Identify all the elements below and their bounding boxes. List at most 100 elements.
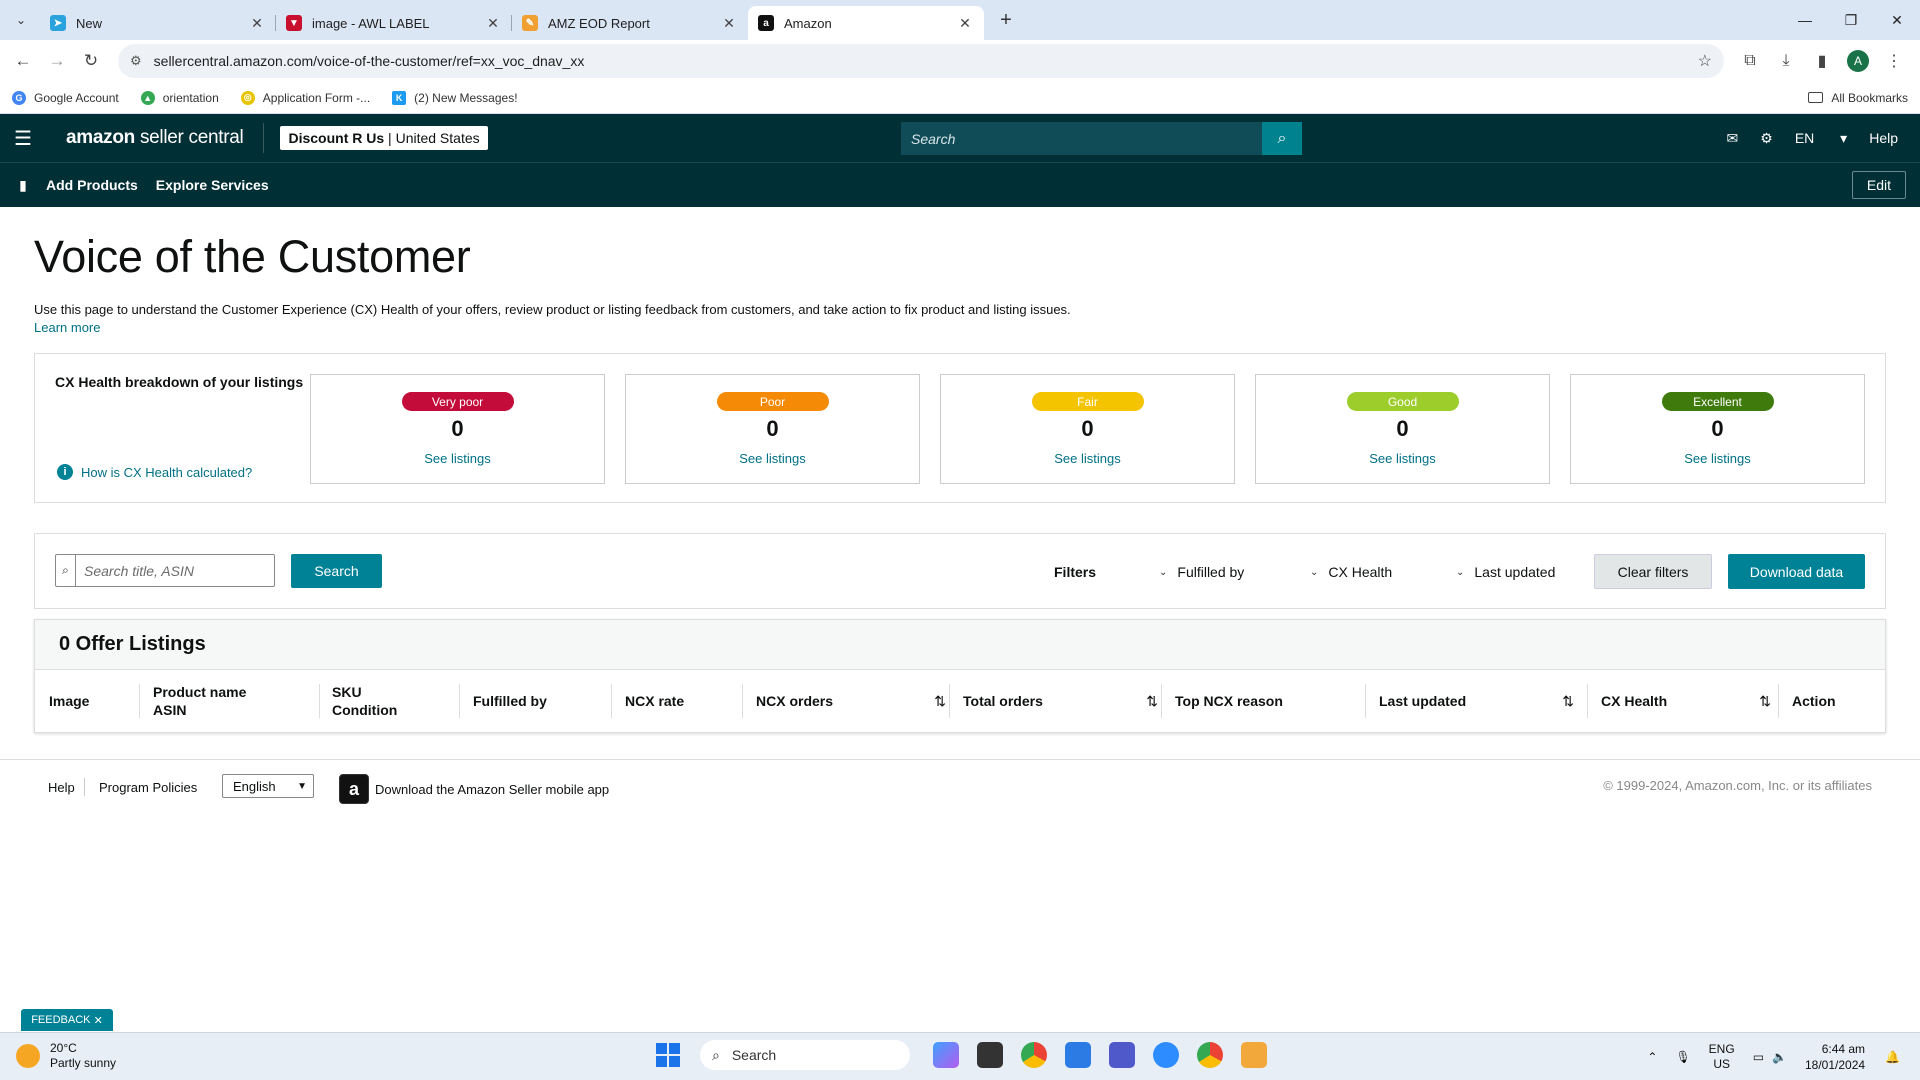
site-info-icon[interactable]: ⚙ bbox=[130, 53, 142, 69]
col-fulfilled-by: Fulfilled by bbox=[473, 693, 547, 709]
sort-icon[interactable]: ⇅ bbox=[934, 692, 946, 710]
fulfilled-by-dropdown[interactable]: ⌄ Fulfilled by bbox=[1159, 564, 1244, 580]
cx-count: 0 bbox=[766, 416, 779, 441]
search-button[interactable]: Search bbox=[291, 554, 382, 588]
drive-icon: ▲ bbox=[140, 90, 155, 105]
network-icon[interactable]: ▭ bbox=[1753, 1050, 1764, 1064]
clear-filters-button[interactable]: Clear filters bbox=[1594, 554, 1712, 589]
edit-button[interactable]: Edit bbox=[1851, 171, 1906, 199]
new-tab-button[interactable]: + bbox=[994, 9, 1018, 32]
browser-tab[interactable]: ✎ AMZ EOD Report ✕ bbox=[512, 6, 748, 40]
all-bookmarks[interactable]: All Bookmarks bbox=[1808, 91, 1908, 105]
bookmark-google-account[interactable]: G Google Account bbox=[12, 90, 119, 105]
cx-health-help-link[interactable]: i How is CX Health calculated? bbox=[57, 464, 252, 480]
see-listings-link[interactable]: See listings bbox=[1369, 451, 1435, 466]
zoom-icon[interactable] bbox=[1153, 1042, 1179, 1068]
chevron-up-icon[interactable]: ⌃ bbox=[1647, 1050, 1657, 1064]
chevron-down-icon: ▼ bbox=[297, 780, 307, 792]
minimize-icon[interactable]: — bbox=[1782, 0, 1828, 40]
app-icon[interactable] bbox=[1241, 1042, 1267, 1068]
microphone-icon[interactable]: 🎙 bbox=[1675, 1050, 1690, 1064]
browser-tab[interactable]: ➤ New ✕ bbox=[40, 6, 276, 40]
header-search-input[interactable] bbox=[901, 122, 1262, 155]
see-listings-link[interactable]: See listings bbox=[424, 451, 490, 466]
taskbar-search[interactable]: ⌕ Search bbox=[700, 1040, 910, 1070]
tab-search-button[interactable]: ⌄ bbox=[8, 7, 34, 33]
bookmark-star-icon[interactable]: ☆ bbox=[1698, 51, 1712, 71]
bookmark-new-messages[interactable]: K (2) New Messages! bbox=[392, 90, 518, 105]
col-cx-health[interactable]: CX Health ⇅ bbox=[1601, 670, 1771, 732]
cx-health-dropdown[interactable]: ⌄ CX Health bbox=[1310, 564, 1392, 580]
add-products-link[interactable]: Add Products bbox=[46, 177, 138, 193]
footer-help-link[interactable]: Help bbox=[48, 780, 75, 795]
forward-icon[interactable]: → bbox=[42, 46, 72, 76]
see-listings-link[interactable]: See listings bbox=[1684, 451, 1750, 466]
download-data-button[interactable]: Download data bbox=[1728, 554, 1865, 589]
close-icon[interactable]: ✕ bbox=[94, 1014, 103, 1027]
program-policies-link[interactable]: Program Policies bbox=[99, 780, 197, 795]
browser-tab[interactable]: ▼ image - AWL LABEL ✕ bbox=[276, 6, 512, 40]
seller-central-logo[interactable]: amazon seller central bbox=[46, 123, 265, 153]
copilot-icon[interactable] bbox=[933, 1042, 959, 1068]
close-icon[interactable]: ✕ bbox=[720, 15, 738, 32]
reload-icon[interactable]: ↻ bbox=[76, 46, 106, 76]
volume-icon[interactable]: 🔈 bbox=[1772, 1050, 1787, 1064]
footer-language-select[interactable]: English ▼ bbox=[222, 774, 314, 798]
col-last-updated[interactable]: Last updated ⇅ bbox=[1379, 670, 1574, 732]
mail-icon[interactable]: ✉ bbox=[1727, 130, 1739, 147]
col-total-orders[interactable]: Total orders ⇅ bbox=[963, 670, 1158, 732]
listing-search-input[interactable] bbox=[76, 555, 274, 586]
feedback-tab[interactable]: FEEDBACK ✕ bbox=[21, 1009, 113, 1031]
browser-tab-active[interactable]: a Amazon ✕ bbox=[748, 6, 984, 40]
learn-more-link[interactable]: Learn more bbox=[34, 320, 100, 335]
bookmark-orientation[interactable]: ▲ orientation bbox=[140, 90, 219, 105]
teams-icon[interactable] bbox=[1109, 1042, 1135, 1068]
windows-taskbar: 20°C Partly sunny ⌕ Search ⌃ 🎙 ENG US ▭ … bbox=[0, 1032, 1920, 1080]
cx-health-label: CX Health breakdown of your listings bbox=[55, 374, 304, 390]
see-listings-link[interactable]: See listings bbox=[1054, 451, 1120, 466]
close-icon[interactable]: ✕ bbox=[956, 15, 974, 32]
mobile-app-link[interactable]: a Download the Amazon Seller mobile app bbox=[339, 774, 609, 804]
back-icon[interactable]: ← bbox=[8, 46, 38, 76]
edge-icon[interactable] bbox=[1065, 1042, 1091, 1068]
chrome-profile-icon[interactable] bbox=[1197, 1042, 1223, 1068]
col-ncx-orders[interactable]: NCX orders ⇅ bbox=[756, 670, 946, 732]
menu-icon[interactable]: ⋮ bbox=[1876, 46, 1912, 76]
window-controls: — ❐ ✕ bbox=[1782, 0, 1920, 40]
extensions-icon[interactable]: ⧉ bbox=[1732, 46, 1768, 76]
see-listings-link[interactable]: See listings bbox=[739, 451, 805, 466]
telegram-icon: ➤ bbox=[50, 15, 66, 31]
explore-services-link[interactable]: Explore Services bbox=[156, 177, 269, 193]
language-indicator[interactable]: ENG US bbox=[1709, 1042, 1735, 1072]
sort-icon[interactable]: ⇅ bbox=[1146, 692, 1158, 710]
bookmark-icon[interactable]: ▮ bbox=[0, 177, 46, 194]
clock[interactable]: 6:44 am 18/01/2024 bbox=[1805, 1041, 1865, 1073]
gear-icon[interactable]: ⚙ bbox=[1760, 130, 1773, 147]
store-switcher[interactable]: Discount R Us | United States bbox=[280, 126, 488, 150]
seller-central-header: ☰ amazon seller central Discount R Us | U… bbox=[0, 114, 1920, 162]
restore-icon[interactable]: ❐ bbox=[1828, 0, 1874, 40]
url-text[interactable]: sellercentral.amazon.com/voice-of-the-cu… bbox=[154, 53, 1698, 69]
taskbar-apps: ⌕ Search bbox=[656, 1040, 1276, 1070]
help-link[interactable]: Help bbox=[1869, 130, 1898, 146]
last-updated-dropdown[interactable]: ⌄ Last updated bbox=[1456, 564, 1555, 580]
windows-start-icon[interactable] bbox=[656, 1043, 680, 1067]
hamburger-menu-icon[interactable]: ☰ bbox=[0, 126, 46, 151]
language-selector[interactable]: EN ▾ bbox=[1795, 130, 1847, 147]
search-icon[interactable]: ⌕ bbox=[1262, 122, 1302, 155]
chrome-icon[interactable] bbox=[1021, 1042, 1047, 1068]
close-window-icon[interactable]: ✕ bbox=[1874, 0, 1920, 40]
file-explorer-icon[interactable] bbox=[977, 1042, 1003, 1068]
bookmark-application-form[interactable]: ◎ Application Form -... bbox=[240, 90, 370, 105]
download-icon[interactable]: ⤓ bbox=[1768, 46, 1804, 76]
header-right: ✉ ⚙ EN ▾ Help bbox=[1727, 114, 1920, 162]
close-icon[interactable]: ✕ bbox=[484, 15, 502, 32]
profile-button[interactable]: A bbox=[1840, 46, 1876, 76]
side-panel-icon[interactable]: ▮ bbox=[1804, 46, 1840, 76]
close-icon[interactable]: ✕ bbox=[248, 15, 266, 32]
notification-icon[interactable]: 🔔 bbox=[1885, 1050, 1900, 1064]
sort-icon[interactable]: ⇅ bbox=[1562, 692, 1574, 710]
sort-icon[interactable]: ⇅ bbox=[1759, 692, 1771, 710]
weather-widget[interactable]: 20°C Partly sunny bbox=[16, 1041, 116, 1071]
address-bar[interactable]: ⚙ sellercentral.amazon.com/voice-of-the-… bbox=[118, 44, 1724, 78]
